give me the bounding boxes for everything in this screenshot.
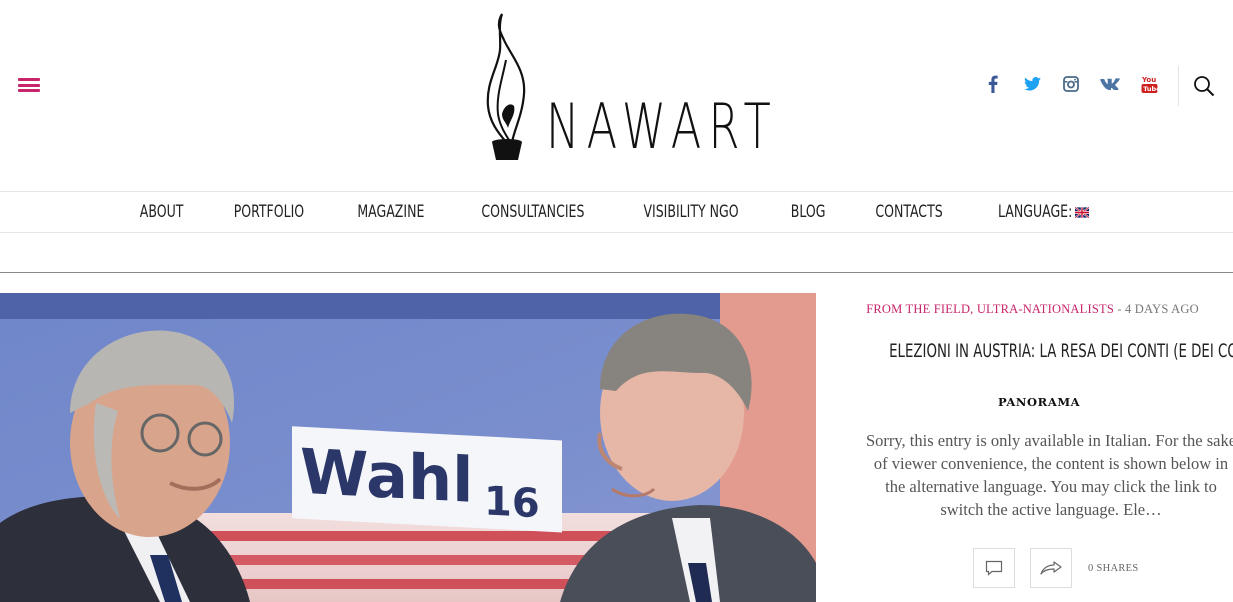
share-count: 0 SHARES [1088, 562, 1139, 574]
share-icon [1040, 561, 1062, 575]
article-excerpt: Sorry, this entry is only available in I… [856, 429, 1233, 521]
excerpt-line: switch the active language. Ele… [940, 500, 1162, 519]
hamburger-menu-icon[interactable] [18, 78, 40, 92]
featured-article: FROM THE FIELD, ULTRA-NATIONALISTS - 4 D… [832, 293, 1233, 602]
section-divider [0, 272, 1233, 273]
article-meta: FROM THE FIELD, ULTRA-NATIONALISTS - 4 D… [832, 302, 1233, 317]
excerpt-line: the alternative language. You may click … [885, 477, 1217, 496]
nav-item-about[interactable]: ABOUT [139, 202, 183, 222]
comment-button[interactable] [973, 548, 1015, 588]
uk-flag-icon [1074, 206, 1089, 218]
youtube-icon[interactable]: You Tube [1136, 73, 1162, 95]
article-title[interactable]: ELEZIONI IN AUSTRIA: LA RESA DEI CONTI (… [832, 340, 1233, 362]
svg-text:You: You [1141, 76, 1156, 84]
comment-icon [985, 560, 1003, 576]
nav-item-visibility-ngo[interactable]: VISIBILITY NGO [644, 202, 739, 222]
social-links: You Tube [980, 72, 1175, 96]
svg-text:Tube: Tube [1143, 85, 1158, 93]
wahl-sign-text: Wahl [300, 435, 473, 517]
article-categories[interactable]: FROM THE FIELD, ULTRA-NATIONALISTS [866, 302, 1114, 316]
main-navigation: ABOUT PORTFOLIO MAGAZINE CONSULTANCIES V… [0, 191, 1233, 233]
nav-item-language-label: LANGUAGE: [997, 202, 1073, 222]
nav-item-portfolio[interactable]: PORTFOLIO [234, 202, 304, 222]
excerpt-line: Sorry, this entry is only available in I… [865, 431, 1233, 450]
source-logo: PANORAMA [998, 395, 1081, 409]
nav-item-consultancies[interactable]: CONSULTANCIES [481, 202, 584, 222]
nav-item-language[interactable]: LANGUAGE: [998, 202, 1089, 222]
facebook-icon[interactable] [980, 73, 1006, 95]
logo-text: NAWART [546, 90, 778, 163]
site-header: NAWART You Tube [0, 0, 1233, 191]
article-actions: 0 SHARES [973, 548, 1139, 588]
vk-icon[interactable] [1097, 73, 1123, 95]
meta-separator: - [1117, 302, 1122, 316]
excerpt-line: of viewer convenience, the content is sh… [873, 454, 1229, 473]
nav-item-magazine[interactable]: MAGAZINE [357, 202, 424, 222]
search-icon[interactable] [1192, 74, 1216, 98]
wahl-sign-number: 16 [484, 478, 540, 527]
instagram-icon[interactable] [1058, 73, 1084, 95]
share-button[interactable] [1030, 548, 1072, 588]
election-debate-photo[interactable]: Wahl 16 [0, 293, 816, 602]
twitter-icon[interactable] [1019, 73, 1045, 95]
article-title-text: ELEZIONI IN AUSTRIA: LA RESA DEI CONTI (… [889, 340, 1233, 362]
nav-item-blog[interactable]: BLOG [791, 202, 826, 222]
nav-item-contacts[interactable]: CONTACTS [875, 202, 942, 222]
header-divider [1178, 66, 1179, 106]
article-time: 4 DAYS AGO [1125, 302, 1199, 316]
